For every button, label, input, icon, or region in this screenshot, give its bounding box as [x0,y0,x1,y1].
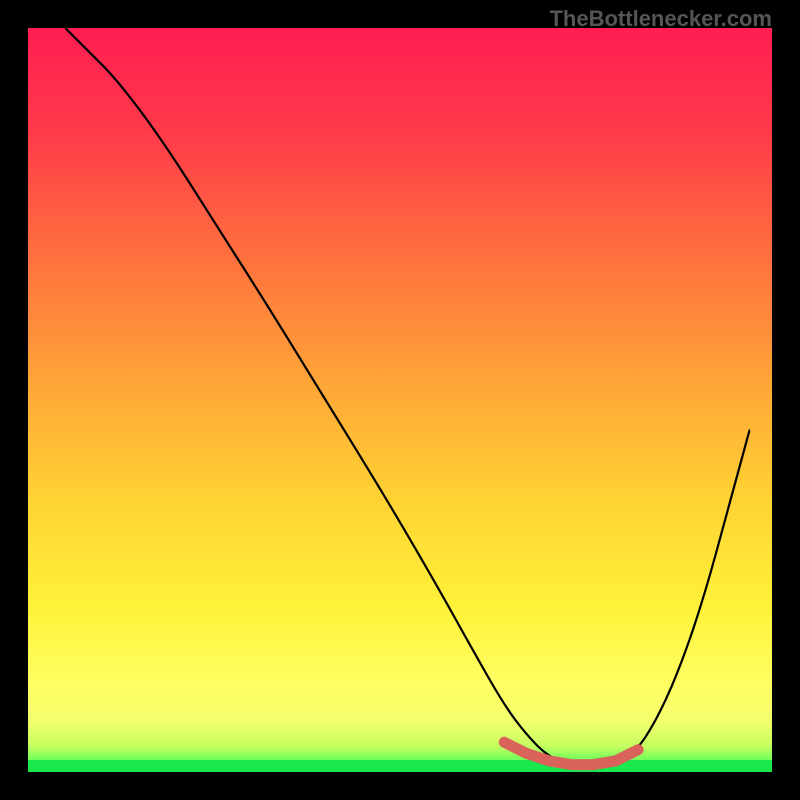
chart-gradient-area [28,28,772,772]
chart-green-band [28,760,772,772]
watermark-text: TheBottlenecker.com [549,6,772,32]
bottleneck-chart: TheBottlenecker.com [0,0,800,800]
chart-svg [0,0,800,800]
